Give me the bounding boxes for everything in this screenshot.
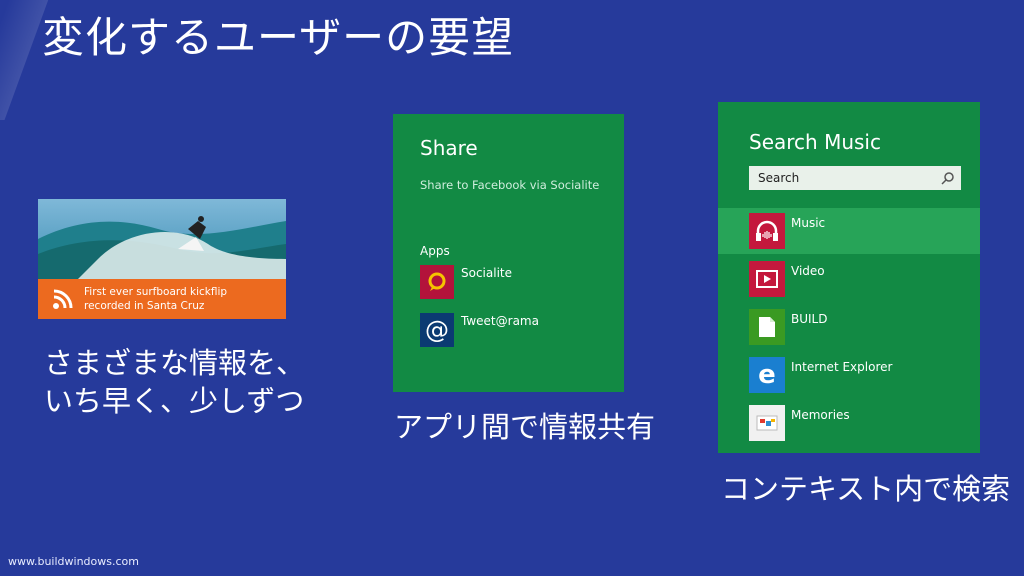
share-title: Share <box>420 136 478 160</box>
news-banner: First ever surfboard kickflip recorded i… <box>38 279 286 319</box>
search-panel: Search Music Search Music Video BUILD e … <box>718 102 980 453</box>
apps-heading: Apps <box>420 244 450 258</box>
search-title: Search Music <box>749 130 881 154</box>
search-icon[interactable] <box>941 171 955 185</box>
news-tile[interactable]: First ever surfboard kickflip recorded i… <box>38 199 286 319</box>
result-label: BUILD <box>791 312 828 326</box>
search-placeholder: Search <box>758 171 800 185</box>
share-panel: Share Share to Facebook via Socialite Ap… <box>393 114 624 392</box>
footer-url: www.buildwindows.com <box>8 555 139 568</box>
surf-photo <box>38 199 286 279</box>
rss-icon <box>53 289 73 309</box>
app-item-socialite[interactable]: Socialite <box>420 265 512 299</box>
result-label: Memories <box>791 408 850 422</box>
caption-news: さまざまな情報を、 いち早く、少しずつ <box>44 346 306 418</box>
video-play-icon <box>749 261 785 297</box>
caption-share: アプリ間で情報共有 <box>394 410 656 444</box>
memories-icon <box>749 405 785 441</box>
share-subtitle[interactable]: Share to Facebook via Socialite <box>420 178 599 192</box>
news-headline: First ever surfboard kickflip recorded i… <box>84 286 228 312</box>
headphones-icon <box>749 213 785 249</box>
result-label: Internet Explorer <box>791 360 893 374</box>
app-label: Tweet@rama <box>461 314 539 328</box>
slide-title: 変化するユーザーの要望 <box>42 13 515 62</box>
socialite-icon <box>420 265 454 299</box>
app-label: Socialite <box>461 266 512 280</box>
at-sign-icon: @ <box>420 313 454 347</box>
app-item-tweetrama[interactable]: @ Tweet@rama <box>420 313 539 347</box>
result-label: Music <box>791 216 826 230</box>
internet-explorer-icon: e <box>749 357 785 393</box>
search-result-memories[interactable]: Memories <box>718 400 980 446</box>
search-result-build[interactable]: BUILD <box>718 304 980 350</box>
search-result-video[interactable]: Video <box>718 256 980 302</box>
document-icon <box>749 309 785 345</box>
result-label: Video <box>791 264 825 278</box>
search-result-internet-explorer[interactable]: e Internet Explorer <box>718 352 980 398</box>
search-result-music[interactable]: Music <box>718 208 980 254</box>
caption-search: コンテキスト内で検索 <box>721 472 1011 506</box>
search-input[interactable]: Search <box>749 166 961 190</box>
